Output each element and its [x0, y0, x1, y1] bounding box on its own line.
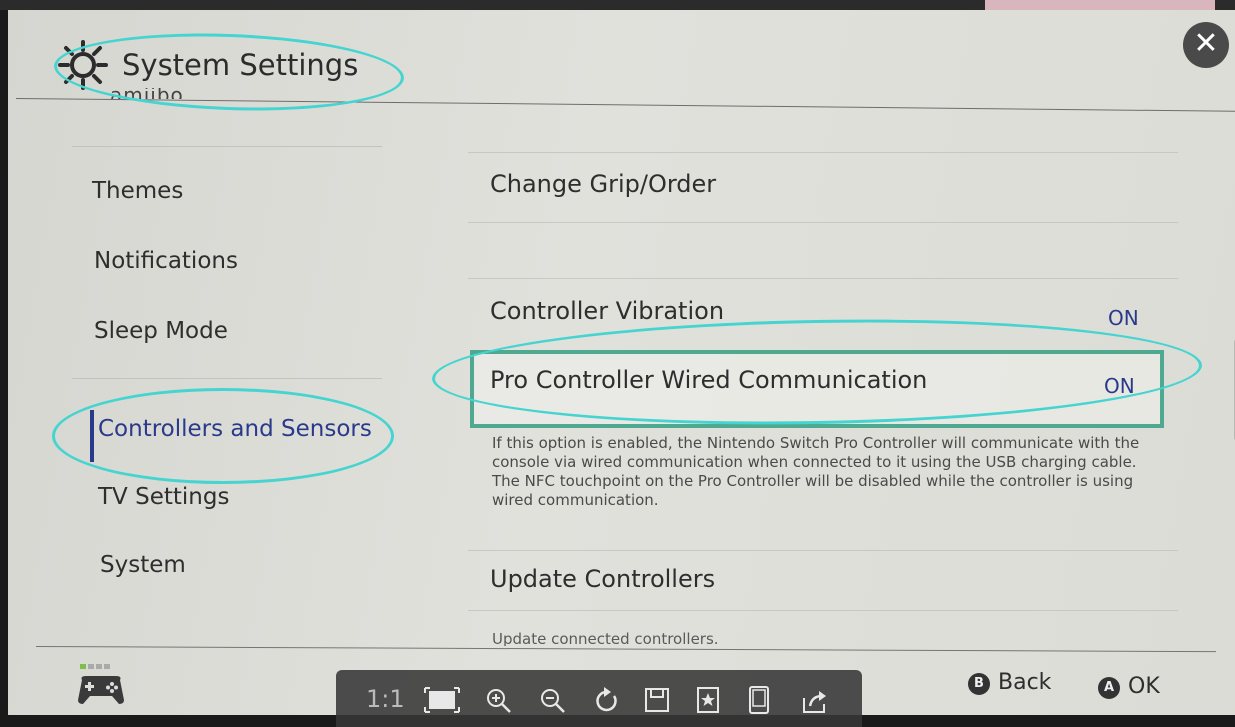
controller-vibration-value: ON [1108, 306, 1139, 330]
annotation-circle-sidebar [52, 388, 394, 484]
update-controllers-subtext: Update connected controllers. [492, 630, 719, 646]
zoom-out-icon[interactable] [540, 688, 566, 714]
fit-screen-icon[interactable] [424, 687, 460, 713]
a-button-icon: A [1098, 677, 1120, 699]
row-divider [468, 152, 1178, 153]
sidebar-item-sleep-mode[interactable]: Sleep Mode [94, 318, 228, 344]
zoom-in-icon[interactable] [486, 688, 512, 714]
annotation-circle-title [52, 27, 406, 117]
ok-button[interactable]: A OK [1098, 674, 1160, 699]
sidebar-item-tv-settings[interactable]: TV Settings [98, 484, 229, 510]
update-controllers-option[interactable]: Update Controllers [490, 565, 715, 593]
sidebar-item-themes[interactable]: Themes [92, 178, 183, 204]
favorite-icon[interactable] [696, 687, 720, 713]
ok-label: OK [1128, 674, 1160, 699]
controller-vibration-option[interactable]: Controller Vibration [490, 297, 724, 325]
controller-icon [78, 664, 124, 704]
close-icon[interactable]: ✕ [1183, 22, 1229, 68]
device-icon[interactable] [748, 686, 770, 714]
sidebar-item-notifications[interactable]: Notifications [94, 248, 238, 274]
top-edge-highlight [985, 0, 1215, 10]
sidebar-divider [72, 146, 382, 147]
change-grip-order-option[interactable]: Change Grip/Order [490, 170, 716, 198]
option-description: If this option is enabled, the Nintendo … [492, 434, 1140, 509]
back-label: Back [998, 670, 1052, 695]
back-button[interactable]: B Back [968, 670, 1051, 695]
share-icon[interactable] [800, 688, 828, 714]
footer-divider [35, 646, 1216, 653]
row-divider [468, 278, 1178, 279]
top-edge [0, 0, 1235, 10]
row-divider [468, 610, 1178, 611]
switch-screen: System Settings amiibo Themes Notificati… [8, 10, 1235, 715]
zoom-ratio-button[interactable]: 1:1 [366, 686, 405, 712]
rotate-icon[interactable] [594, 686, 620, 714]
sidebar-divider [72, 378, 382, 379]
sidebar-item-system[interactable]: System [100, 552, 186, 578]
b-button-icon: B [968, 673, 990, 695]
row-divider [468, 222, 1178, 223]
image-viewer-toolbar: 1:1 [336, 670, 862, 727]
row-divider [468, 550, 1178, 551]
save-icon[interactable] [644, 687, 670, 713]
